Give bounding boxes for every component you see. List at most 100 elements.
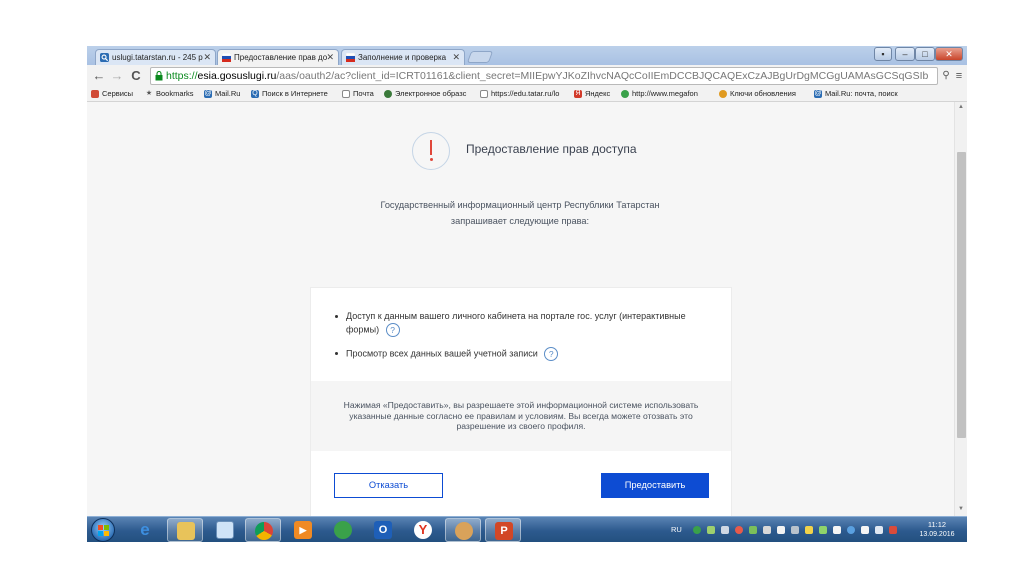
tray-battery-icon[interactable] [819,526,827,534]
tab-title: Заполнение и проверка [358,53,447,62]
scroll-down-icon[interactable]: ▼ [958,506,964,512]
tray-shield-icon[interactable] [777,526,785,534]
bullet-icon [335,315,338,318]
russia-flag-icon [346,53,355,62]
bookmark-label: Mail.Ru: почта, поиск [825,89,898,98]
start-button[interactable] [91,518,115,542]
tray-usb-icon[interactable] [791,526,799,534]
taskbar-network[interactable] [325,518,361,542]
close-icon[interactable]: ✕ [326,52,334,63]
bookmark-mail[interactable]: Почта [342,88,374,100]
taskbar-yandex-browser[interactable]: Y [405,518,441,542]
bookmark-update-keys[interactable]: Ключи обновления [719,88,796,100]
close-window-button[interactable]: ✕ [935,47,963,61]
back-button[interactable]: ← [91,68,107,84]
tray-security-icon[interactable] [735,526,743,534]
bookmark-label: Электронное образс [395,89,467,98]
page-icon [342,90,350,98]
tab-form-check[interactable]: Заполнение и проверка ✕ [341,49,465,65]
bookmark-mailru-search[interactable]: @ Mail.Ru: почта, поиск [814,88,898,100]
chrome-icon [255,522,273,540]
taskbar-chrome[interactable] [245,518,281,542]
yandex-icon: Я [574,90,582,98]
address-bar[interactable]: https://esia.gosuslugi.ru/aas/oauth2/ac?… [150,67,938,85]
bookmark-label: Mail.Ru [215,89,241,98]
requester-request: запрашивает следующие права: [450,216,590,226]
bookmark-bookmarks[interactable]: ★ Bookmarks [145,88,194,100]
page-title: Предоставление прав доступа [466,142,637,156]
tab-access-rights[interactable]: Предоставление прав до ✕ [217,49,339,65]
tray-monitor-icon[interactable] [875,526,883,534]
bullet-icon [335,352,338,355]
help-icon[interactable]: ? [544,347,559,361]
bookmark-yandex[interactable]: Я Яндекс [574,88,610,100]
permissions-list: Доступ к данным вашего личного кабинета … [311,288,731,381]
bookmark-mailru[interactable]: @ Mail.Ru [204,88,240,100]
bookmark-label: http://www.megafon [632,89,698,98]
permission-item: Просмотр всех данных вашей учетной запис… [333,347,707,361]
requester-name: Государственный информационный центр Рес… [380,200,660,210]
powerpoint-icon: P [495,522,513,540]
menu-icon[interactable]: ≡ [952,68,966,84]
action-buttons: Отказать Предоставить [311,451,731,516]
tray-action-center-icon[interactable] [889,526,897,534]
deny-button[interactable]: Отказать [334,473,443,498]
clock-time[interactable]: 11:12 [917,520,957,529]
vertical-scrollbar[interactable]: ▲ ▼ [954,102,967,516]
search-icon [100,53,109,62]
user-icon[interactable]: ▪ [874,47,892,61]
close-icon[interactable]: ✕ [203,52,211,63]
bookmark-services[interactable]: Сервисы [91,88,133,100]
ie-icon: e [140,520,150,539]
grant-button[interactable]: Предоставить [601,473,709,498]
maximize-button[interactable]: □ [915,47,935,61]
reload-button[interactable]: C [128,68,144,84]
tray-update-icon[interactable] [847,526,855,534]
apps-icon [91,90,99,98]
language-indicator[interactable]: RU [671,525,682,534]
page-viewport: Предоставление прав доступа Государствен… [87,102,967,516]
tray-network-icon[interactable] [693,526,701,534]
globe-icon [384,90,392,98]
close-icon[interactable]: ✕ [452,52,460,63]
new-tab-button[interactable] [466,51,494,63]
taskbar-powerpoint[interactable]: P [485,518,521,542]
forward-button[interactable]: → [109,68,125,84]
taskbar-media-player[interactable]: ▶ [285,518,321,542]
scroll-up-icon[interactable]: ▲ [958,104,964,110]
url-host: esia.gosuslugi.ru [197,70,277,82]
tray-link-icon[interactable] [721,526,729,534]
exclamation-icon [412,132,450,170]
tray-app-icon[interactable] [707,526,715,534]
bookmark-internet-search[interactable]: Q Поиск в Интернете [251,88,328,100]
mailru-icon: @ [814,90,822,98]
tray-volume-icon[interactable] [833,526,841,534]
notepad-icon [216,521,234,539]
bookmark-electronic-education[interactable]: Электронное образс [384,88,466,100]
windows-logo-icon [98,525,109,536]
minimize-button[interactable]: – [895,47,915,61]
taskbar-ie[interactable]: e [127,518,163,542]
bookmark-megafon[interactable]: http://www.megafon [621,88,698,100]
search-icon: Q [251,90,259,98]
bookmarks-bar: Сервисы ★ Bookmarks @ Mail.Ru Q Поиск в Инт… [87,87,967,102]
tray-mail-icon[interactable] [861,526,869,534]
taskbar: e ▶ O Y P RU 11:12 13.09.2016 [87,516,967,542]
tray-device-icon[interactable] [763,526,771,534]
taskbar-notepad[interactable] [207,518,243,542]
help-icon[interactable]: ? [385,323,400,337]
scrollbar-thumb[interactable] [957,152,966,438]
tab-uslugi[interactable]: uslugi.tatarstan.ru - 245 p ✕ [95,49,216,65]
taskbar-outlook[interactable]: O [365,518,401,542]
taskbar-explorer[interactable] [167,518,203,542]
url-scheme: https:// [166,70,198,82]
permissions-card: Доступ к данным вашего личного кабинета … [310,287,732,516]
zoom-icon[interactable]: ⚲ [939,68,953,84]
tray-flag-icon[interactable] [749,526,757,534]
tray-warning-icon[interactable] [805,526,813,534]
taskbar-chrome-mail[interactable] [445,518,481,542]
clock-date[interactable]: 13.09.2016 [913,531,961,538]
page-icon [480,90,488,98]
explorer-icon [177,522,195,540]
bookmark-edu-tatar[interactable]: https://edu.tatar.ru/lo [480,88,559,100]
